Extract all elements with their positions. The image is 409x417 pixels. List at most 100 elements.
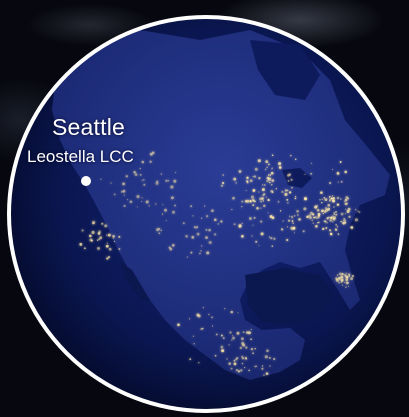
city-light <box>141 160 145 164</box>
city-light <box>251 198 255 202</box>
city-light <box>149 152 152 155</box>
city-light <box>318 221 320 224</box>
city-light <box>271 179 275 182</box>
city-light <box>332 217 336 221</box>
city-light <box>261 365 264 367</box>
city-light <box>348 285 350 288</box>
city-light <box>100 178 102 180</box>
city-light <box>211 316 213 319</box>
city-light <box>315 225 318 228</box>
city-light <box>90 239 94 242</box>
city-light <box>342 221 345 224</box>
city-light <box>311 219 314 222</box>
city-light <box>284 192 288 196</box>
city-light <box>327 207 331 211</box>
city-light <box>134 173 138 176</box>
city-light <box>151 151 155 155</box>
city-light <box>261 197 264 200</box>
city-light <box>238 225 242 228</box>
city-light <box>345 208 347 210</box>
city-light <box>304 173 306 175</box>
city-light <box>309 211 313 215</box>
city-light <box>231 208 233 211</box>
city-light <box>314 205 318 209</box>
city-light <box>203 205 206 207</box>
city-light <box>273 357 276 361</box>
city-light <box>161 213 164 215</box>
city-light <box>348 273 350 275</box>
city-light <box>270 171 274 175</box>
city-light <box>172 210 175 214</box>
city-light <box>99 236 103 239</box>
city-light <box>189 358 192 361</box>
city-light <box>344 213 347 215</box>
city-light <box>257 159 261 163</box>
city-light <box>277 200 280 203</box>
city-light <box>270 183 273 186</box>
city-light <box>340 220 342 223</box>
city-light <box>91 230 95 234</box>
city-light <box>205 215 209 218</box>
city-light <box>213 233 217 236</box>
city-light <box>186 256 189 258</box>
city-light <box>160 229 163 232</box>
city-light <box>112 237 114 239</box>
city-light <box>244 199 248 203</box>
city-light <box>233 359 236 362</box>
city-light <box>113 240 116 243</box>
city-light <box>290 154 292 157</box>
city-light <box>310 162 313 164</box>
city-light <box>84 247 86 250</box>
city-light <box>156 180 159 183</box>
city-light <box>335 277 338 280</box>
city-light <box>334 210 338 214</box>
city-light <box>348 215 351 218</box>
city-light <box>232 196 235 200</box>
city-light <box>341 273 344 276</box>
city-light <box>200 245 203 247</box>
city-light <box>340 212 344 216</box>
city-light <box>167 179 170 182</box>
city-light <box>269 365 271 367</box>
city-light <box>193 226 196 228</box>
city-label: Seattle <box>52 114 126 140</box>
city-light <box>343 217 345 219</box>
city-light <box>230 310 233 314</box>
city-light <box>190 205 193 208</box>
city-light <box>205 228 208 231</box>
city-light <box>338 281 341 284</box>
city-light <box>329 200 331 202</box>
city-light <box>237 312 239 314</box>
city-light <box>258 245 260 247</box>
city-light <box>196 232 200 236</box>
city-light <box>268 356 271 359</box>
city-light <box>241 337 244 341</box>
city-light <box>177 323 180 327</box>
company-label: Leostella LCC <box>27 147 134 166</box>
city-light <box>326 227 328 229</box>
city-light <box>313 216 317 219</box>
city-light <box>213 218 217 222</box>
city-light <box>262 194 264 197</box>
city-light <box>236 331 240 335</box>
city-light <box>241 356 245 360</box>
city-light <box>250 328 252 330</box>
city-light <box>339 161 342 163</box>
city-light <box>220 220 223 223</box>
city-light <box>113 193 116 196</box>
city-light <box>231 339 233 341</box>
city-light <box>329 219 332 222</box>
city-light <box>293 232 295 234</box>
city-light <box>331 199 336 203</box>
city-light <box>354 218 358 222</box>
globe <box>7 15 405 413</box>
city-light <box>269 181 271 184</box>
city-light <box>108 247 112 251</box>
city-light <box>286 198 289 201</box>
city-light <box>255 365 258 367</box>
city-light <box>221 349 225 353</box>
city-light <box>198 361 200 364</box>
city-light <box>322 213 324 215</box>
city-light <box>332 197 335 200</box>
city-light <box>287 202 289 204</box>
